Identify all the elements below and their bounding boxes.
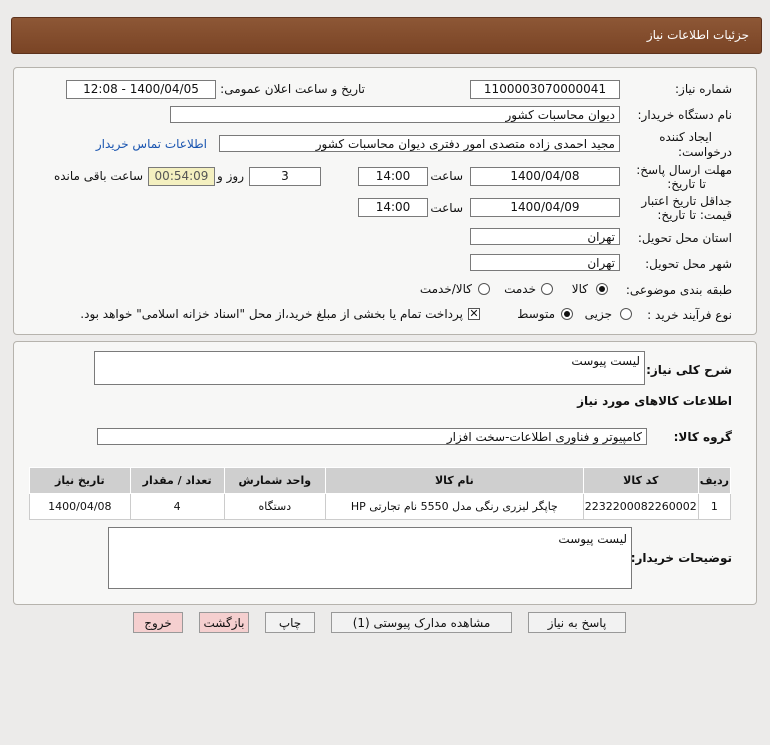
reply-button[interactable]: پاسخ به نیاز <box>528 612 626 633</box>
validity-label-2: قیمت: تا تاریخ: <box>657 208 732 222</box>
city-field: تهران <box>470 254 620 271</box>
remaining-label: ساعت باقی مانده <box>53 169 143 183</box>
announce-field: 1400/04/05 - 12:08 <box>66 80 216 99</box>
category-goods-label: کالا <box>571 282 588 296</box>
buyer-notes-label: توضیحات خریدار: <box>630 551 732 565</box>
payment-note: پرداخت تمام یا بخشی از مبلغ خرید،از محل … <box>80 307 463 321</box>
deadline-time-label: ساعت <box>430 169 463 183</box>
description-field: لیست پیوست <box>94 351 645 385</box>
process-medium-radio[interactable] <box>561 308 573 320</box>
creator-label: ایجاد کننده <box>659 130 712 144</box>
creator-label-2: درخواست: <box>678 145 732 159</box>
cell-name: چاپگر لیزری رنگی مدل 5550 نام تجارتی HP <box>324 493 584 520</box>
creator-field: مجید احمدی زاده متصدی امور دفتری دیوان م… <box>219 135 620 152</box>
back-button[interactable]: بازگشت <box>199 612 249 633</box>
category-label: طبقه بندی موضوعی: <box>625 283 732 297</box>
treasury-checkbox[interactable]: ✕ <box>468 308 480 320</box>
category-service-label: خدمت <box>504 282 536 296</box>
validity-label: جداقل تاریخ اعتبار <box>641 194 732 208</box>
col-qty: تعداد / مقدار <box>129 467 225 494</box>
need-number-label: شماره نیاز: <box>675 82 732 96</box>
deadline-label-2: تا تاریخ: <box>667 177 706 191</box>
goods-group-field: کامپیوتر و فناوری اطلاعات-سخت افزار <box>97 428 647 445</box>
col-date: تاریخ نیاز <box>29 467 131 494</box>
description-label: شرح کلی نیاز: <box>646 363 732 377</box>
deadline-time-field: 14:00 <box>358 167 428 186</box>
exit-button[interactable]: خروج <box>133 612 183 633</box>
validity-time-label: ساعت <box>430 201 463 215</box>
validity-time-field: 14:00 <box>358 198 428 217</box>
need-number-field: 1100003070000041 <box>470 80 620 99</box>
category-service-radio[interactable] <box>541 283 553 295</box>
col-name: نام کالا <box>324 467 584 494</box>
remaining-time-field: 00:54:09 <box>148 167 215 186</box>
process-partial-radio[interactable] <box>620 308 632 320</box>
cell-row: 1 <box>697 493 732 520</box>
buyer-org-label: نام دستگاه خریدار: <box>637 108 733 122</box>
category-both-label: کالا/خدمت <box>419 282 472 296</box>
page-title: جزئیات اطلاعات نیاز <box>646 28 749 42</box>
buyer-org-field: دیوان محاسبات کشور <box>170 106 620 123</box>
validity-date-field: 1400/04/09 <box>470 198 620 217</box>
attachments-button[interactable]: مشاهده مدارک پیوستی (1) <box>331 612 512 633</box>
process-label: نوع فرآیند خرید : <box>647 308 732 322</box>
buyer-notes-field: لیست پیوست <box>108 527 632 589</box>
contact-buyer-link[interactable]: اطلاعات تماس خریدار <box>96 137 207 151</box>
province-field: تهران <box>470 228 620 245</box>
col-unit: واحد شمارش <box>223 467 326 494</box>
process-partial-label: جزیی <box>584 307 612 321</box>
table-row: 1 2232200082260002 چاپگر لیزری رنگی مدل … <box>29 493 732 520</box>
col-row: ردیف <box>697 467 732 494</box>
goods-table: ردیف کد کالا نام کالا واحد شمارش تعداد /… <box>29 467 732 520</box>
cell-qty: 4 <box>129 493 225 520</box>
buyer-notes-text: لیست پیوست <box>558 532 627 546</box>
goods-table-header: ردیف کد کالا نام کالا واحد شمارش تعداد /… <box>29 467 732 494</box>
col-code: کد کالا <box>582 467 699 494</box>
process-medium-label: متوسط <box>517 307 555 321</box>
province-label: استان محل تحویل: <box>637 231 732 245</box>
deadline-label: مهلت ارسال پاسخ: <box>636 163 732 177</box>
page-header: جزئیات اطلاعات نیاز <box>11 17 762 54</box>
city-label: شهر محل تحویل: <box>645 257 732 271</box>
announce-label: تاریخ و ساعت اعلان عمومی: <box>220 82 365 96</box>
goods-info-heading: اطلاعات کالاهای مورد نیاز <box>577 394 732 408</box>
category-goods-radio[interactable] <box>596 283 608 295</box>
print-button[interactable]: چاپ <box>265 612 315 633</box>
cell-date: 1400/04/08 <box>29 493 131 520</box>
days-label: روز و <box>217 169 244 183</box>
cell-code: 2232200082260002 <box>582 493 699 520</box>
description-text: لیست پیوست <box>571 354 640 368</box>
cell-unit: دستگاه <box>223 493 326 520</box>
category-both-radio[interactable] <box>478 283 490 295</box>
goods-group-label: گروه کالا: <box>673 430 732 444</box>
days-field: 3 <box>249 167 321 186</box>
deadline-date-field: 1400/04/08 <box>470 167 620 186</box>
